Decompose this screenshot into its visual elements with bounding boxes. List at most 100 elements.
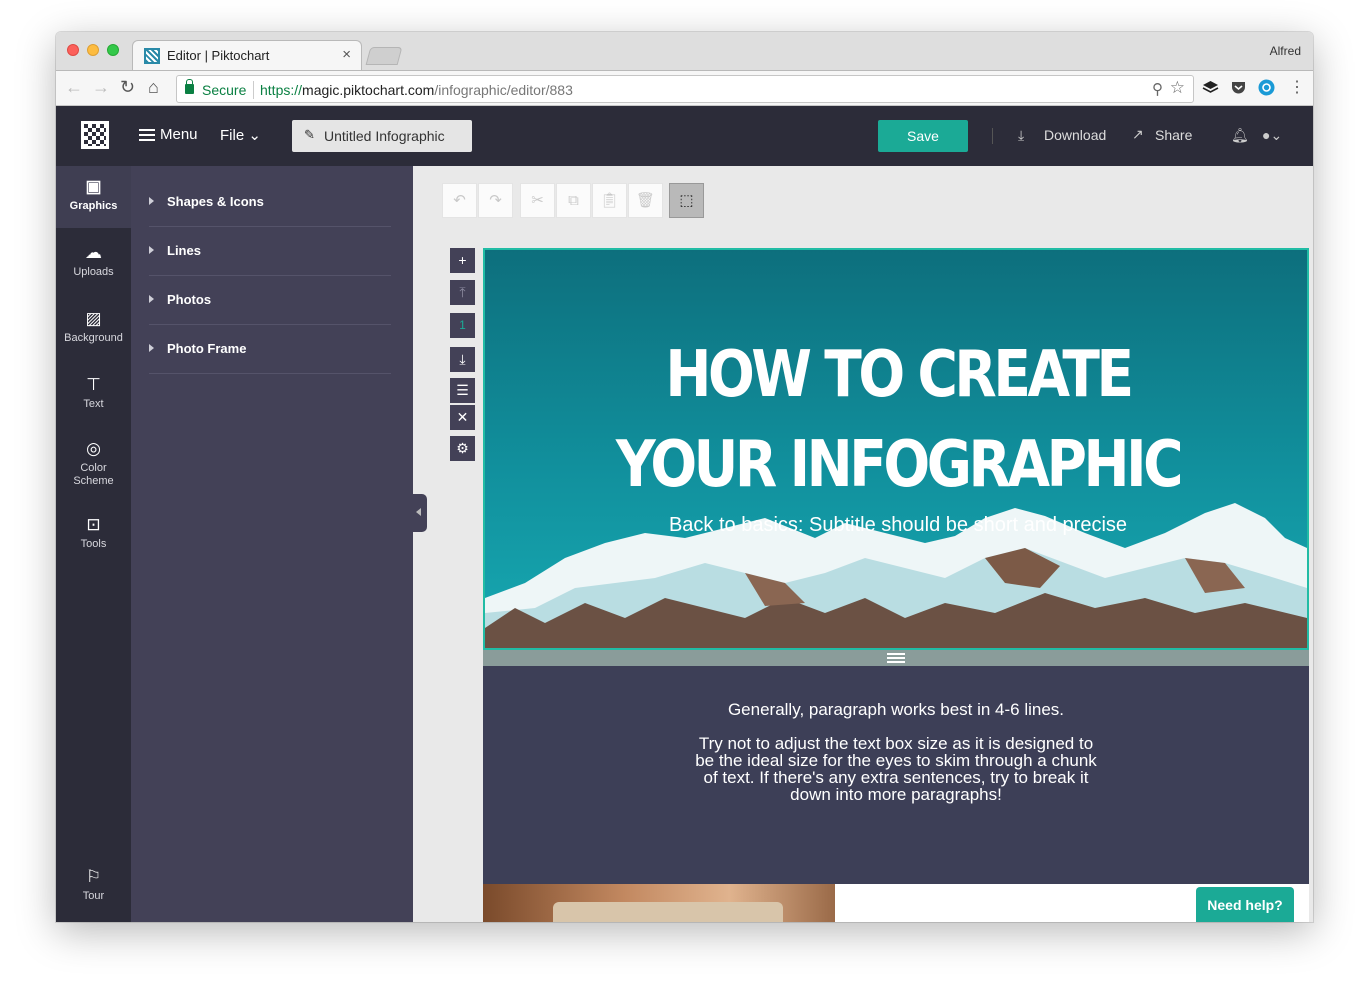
download-icon[interactable]: ⤓ [1018, 127, 1024, 144]
caret-right-icon [149, 295, 154, 303]
url-text[interactable]: https://magic.piktochart.com/infographic… [260, 82, 573, 98]
nav-color-scheme-label: Color Scheme [73, 462, 114, 487]
app-header: Menu File ⌄ ✎ Untitled Infographic Save … [56, 106, 1313, 166]
panel-item-photos[interactable]: Photos [149, 276, 391, 325]
nav-tools-label: Tools [80, 538, 107, 550]
trash-icon[interactable]: 🗑︎ [628, 183, 663, 218]
url-host: magic.piktochart.com [302, 82, 435, 98]
nav-background[interactable]: ▨ Background [56, 298, 131, 360]
nav-text-label: Text [83, 398, 104, 410]
share-icon[interactable]: ↗ [1132, 126, 1144, 143]
menu-button[interactable]: Menu [160, 126, 198, 143]
browser-window: Editor | Piktochart × Alfred ← → ↻ ⌂ Sec… [56, 32, 1313, 922]
browser-menu-icon[interactable]: ⋮ [1289, 77, 1305, 97]
extension-circle-icon[interactable] [1258, 79, 1275, 96]
secure-label: Secure [202, 82, 247, 98]
nav-graphics[interactable]: ▣ Graphics [56, 166, 131, 228]
copy-icon[interactable]: ⧉ [556, 183, 591, 218]
move-block-down-icon[interactable]: ⤓ [450, 347, 475, 372]
photo-block[interactable] [483, 884, 835, 922]
hamburger-menu-icon[interactable] [139, 129, 155, 141]
minimize-window-button[interactable] [87, 44, 99, 56]
panel-item-photo-frame[interactable]: Photo Frame [149, 325, 391, 374]
url-divider [253, 81, 254, 99]
delete-block-icon[interactable]: ✕ [450, 405, 475, 430]
block-settings-gear-icon[interactable]: ⚙ [450, 436, 475, 461]
piktochart-logo-icon[interactable] [81, 121, 109, 149]
save-button[interactable]: Save [878, 120, 968, 152]
paragraph-2[interactable]: Try not to adjust the text box size as i… [693, 735, 1099, 803]
collapse-panel-toggle[interactable] [413, 494, 427, 532]
nav-tools[interactable]: ⊡ Tools [56, 504, 131, 566]
address-bar[interactable]: Secure https://magic.piktochart.com/info… [176, 75, 1194, 103]
palette-icon: ◎ [86, 439, 101, 458]
zoom-icon[interactable]: ⚲ [1152, 80, 1163, 98]
block-number: 1 [450, 313, 475, 338]
paste-icon[interactable]: 📋︎ [592, 183, 627, 218]
cloud-upload-icon: ☁ [85, 243, 102, 262]
block-resize-handle[interactable] [483, 650, 1309, 666]
undo-icon[interactable]: ↶ [442, 183, 477, 218]
nav-text[interactable]: ⊤ Text [56, 364, 131, 426]
panel-item-shapes-icons[interactable]: Shapes & Icons [149, 178, 391, 227]
notification-bell-icon[interactable]: 🔔︎ [1231, 127, 1249, 144]
signpost-icon: ⚐ [85, 867, 102, 886]
tab-close-icon[interactable]: × [342, 46, 351, 63]
mountain-landscape-image [485, 503, 1307, 648]
add-block-icon[interactable]: + [450, 248, 475, 273]
pocket-extension-icon[interactable] [1230, 79, 1247, 96]
file-menu-button[interactable]: File ⌄ [220, 126, 261, 144]
document-title-field[interactable]: ✎ Untitled Infographic [292, 120, 472, 152]
maximize-window-button[interactable] [107, 44, 119, 56]
nav-graphics-label: Graphics [69, 200, 118, 212]
reload-icon[interactable]: ↻ [120, 77, 135, 98]
hatch-icon: ▨ [85, 309, 102, 328]
bookmark-star-icon[interactable]: ☆ [1170, 78, 1185, 98]
forward-arrow-icon[interactable]: → [92, 77, 110, 98]
panel-item-lines[interactable]: Lines [149, 227, 391, 276]
need-help-button[interactable]: Need help? [1196, 887, 1294, 922]
graphics-panel: Shapes & Icons Lines Photos Photo Frame [131, 166, 413, 922]
lock-icon [185, 79, 194, 94]
panel-item-label: Lines [167, 243, 201, 258]
hero-title-line1[interactable]: HOW TO CREATE [543, 338, 1253, 412]
piktochart-favicon-icon [144, 48, 160, 64]
move-block-up-icon[interactable]: ⤒ [450, 280, 475, 305]
nav-background-label: Background [64, 332, 123, 344]
share-button[interactable]: Share [1155, 127, 1192, 143]
drag-handle-icon [887, 653, 905, 663]
pencil-icon: ✎ [304, 127, 315, 142]
text-block[interactable]: Generally, paragraph works best in 4-6 l… [483, 666, 1309, 884]
select-area-icon[interactable]: ⬚ [669, 183, 704, 218]
infographic-canvas[interactable]: HOW TO CREATE YOUR INFOGRAPHIC Back to b… [483, 248, 1309, 922]
toolbox-icon: ⊡ [86, 515, 101, 534]
duplicate-block-icon[interactable]: ☰ [450, 378, 475, 403]
home-icon[interactable]: ⌂ [148, 77, 159, 98]
layers-extension-icon[interactable] [1202, 79, 1219, 96]
new-tab-button[interactable] [365, 47, 403, 65]
redo-icon[interactable]: ↷ [478, 183, 513, 218]
cut-icon[interactable]: ✂ [520, 183, 555, 218]
hero-block[interactable]: HOW TO CREATE YOUR INFOGRAPHIC Back to b… [483, 248, 1309, 650]
nav-tour-label: Tour [82, 890, 105, 902]
header-divider [992, 128, 993, 144]
tab-bar: Editor | Piktochart × Alfred [56, 32, 1313, 70]
caret-right-icon [149, 246, 154, 254]
url-path: /infographic/editor/883 [434, 82, 573, 98]
nav-tour[interactable]: ⚐ Tour [56, 856, 131, 918]
nav-color-scheme[interactable]: ◎ Color Scheme [56, 428, 131, 496]
left-navigation: ▣ Graphics ☁ Uploads ▨ Background ⊤ Text… [56, 166, 131, 922]
browser-toolbar: ← → ↻ ⌂ Secure https://magic.piktochart.… [56, 70, 1313, 106]
hero-title-line2[interactable]: YOUR INFOGRAPHIC [543, 428, 1253, 502]
paragraph-1[interactable]: Generally, paragraph works best in 4-6 l… [483, 700, 1309, 720]
text-box-icon: ⊤ [86, 375, 101, 394]
user-account-icon[interactable]: ●⌄ [1262, 127, 1282, 144]
close-window-button[interactable] [67, 44, 79, 56]
nav-uploads[interactable]: ☁ Uploads [56, 232, 131, 294]
hero-subtitle[interactable]: Back to basics: Subtitle should be short… [485, 514, 1309, 537]
back-arrow-icon[interactable]: ← [65, 77, 83, 98]
canvas-area: ↶ ↷ ✂ ⧉ 📋︎ 🗑︎ ⬚ + ⤒ 1 ⤓ ☰ ✕ ⚙ HOW TO CRE… [413, 166, 1313, 922]
profile-name[interactable]: Alfred [1270, 44, 1301, 58]
download-button[interactable]: Download [1044, 127, 1106, 143]
browser-tab[interactable]: Editor | Piktochart × [132, 40, 362, 70]
